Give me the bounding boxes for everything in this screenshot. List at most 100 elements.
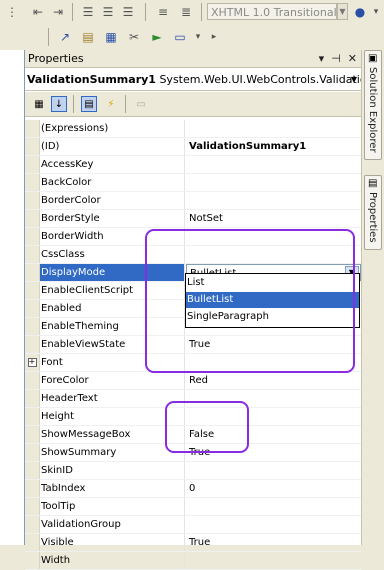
alphabetical-icon[interactable]: ↓ <box>51 96 67 112</box>
properties-page-icon[interactable]: ▤ <box>80 29 96 45</box>
layout-toolbar: ↗ ▤ ▦ ✂ ► ▭ ▾ ▸ <box>0 24 384 51</box>
property-value[interactable] <box>186 174 361 191</box>
property-value-text: True <box>189 537 211 548</box>
property-row[interactable]: ShowMessageBox False <box>25 426 361 444</box>
align-left-icon[interactable]: ☰ <box>80 4 96 20</box>
dropdown-option[interactable]: SingleParagraph <box>186 309 359 325</box>
row-gutter <box>25 426 40 443</box>
form-icon[interactable]: ▭ <box>172 29 188 45</box>
chevron-down-icon[interactable]: ▼ <box>337 3 348 20</box>
row-gutter <box>25 246 40 263</box>
events-icon[interactable]: ⚡ <box>103 96 119 112</box>
toolbar-grip-icon: ⋮ <box>6 5 18 19</box>
property-row[interactable]: (Expressions) <box>25 120 361 138</box>
property-row[interactable]: ForeColor Red <box>25 372 361 390</box>
property-value[interactable]: 0 <box>186 480 361 497</box>
property-value[interactable]: ValidationSummary1 <box>186 138 361 155</box>
plus-icon[interactable]: + <box>27 358 37 367</box>
property-value[interactable] <box>186 156 361 173</box>
property-value[interactable] <box>186 516 361 533</box>
property-value[interactable]: False <box>186 426 361 443</box>
property-row[interactable]: TabIndex 0 <box>25 480 361 498</box>
property-value[interactable] <box>186 390 361 407</box>
list-icon[interactable]: ≡ <box>155 4 171 20</box>
property-row[interactable]: + Font <box>25 354 361 372</box>
property-value[interactable]: Red <box>186 372 361 389</box>
property-row[interactable]: AccessKey <box>25 156 361 174</box>
displaymode-dropdown-list[interactable]: List BulletList SingleParagraph <box>185 273 360 328</box>
property-name: BorderStyle <box>40 210 185 227</box>
run-icon[interactable]: ► <box>149 29 165 45</box>
expand-icon[interactable]: + <box>25 354 40 371</box>
doctype-select[interactable]: XHTML 1.0 Transitional ( <box>207 3 337 20</box>
property-value[interactable]: True <box>186 534 361 551</box>
property-value[interactable] <box>186 462 361 479</box>
property-row[interactable]: Visible True <box>25 534 361 552</box>
chevron-down-icon[interactable]: ▼ <box>351 69 357 90</box>
indent-icon[interactable]: ⇥ <box>50 4 66 20</box>
property-row[interactable]: BackColor <box>25 174 361 192</box>
property-row[interactable]: ValidationGroup <box>25 516 361 534</box>
property-value[interactable]: True <box>186 444 361 461</box>
property-row[interactable]: BorderWidth <box>25 228 361 246</box>
property-value[interactable] <box>186 408 361 425</box>
property-value[interactable] <box>186 354 361 371</box>
tab-properties[interactable]: ▤ Properties <box>364 175 382 250</box>
property-row[interactable]: ToolTip <box>25 498 361 516</box>
outdent-icon[interactable]: ⇤ <box>30 4 46 20</box>
categorized-icon[interactable]: ▦ <box>31 96 47 112</box>
design-icon[interactable]: ▦ <box>103 29 119 45</box>
property-row[interactable]: HeaderText <box>25 390 361 408</box>
property-value-text: NotSet <box>189 213 223 224</box>
property-value[interactable] <box>186 552 361 569</box>
tools-icon[interactable]: ✂ <box>126 29 142 45</box>
toolbar-separator <box>48 28 49 46</box>
property-value-text: 0 <box>189 483 196 494</box>
properties-icon[interactable]: ▤ <box>81 96 97 112</box>
property-value[interactable]: NotSet <box>186 210 361 227</box>
row-gutter <box>25 138 40 155</box>
property-row[interactable]: EnableViewState True <box>25 336 361 354</box>
pin-icon[interactable]: ⊣ <box>331 50 341 68</box>
panel-title-bar: Properties ▾ ⊣ ✕ <box>25 50 361 68</box>
align-center-icon[interactable]: ☰ <box>100 4 116 20</box>
property-value-text: True <box>189 447 211 458</box>
property-value[interactable] <box>186 120 361 137</box>
property-row[interactable]: SkinID <box>25 462 361 480</box>
toolbar-separator <box>125 95 126 113</box>
tab-solution-explorer[interactable]: ▣ Solution Explorer <box>364 50 382 160</box>
align-right-icon[interactable]: ☰ <box>120 4 136 20</box>
property-value[interactable] <box>186 228 361 245</box>
property-row[interactable]: ShowSummary True <box>25 444 361 462</box>
property-row[interactable]: BorderStyle NotSet <box>25 210 361 228</box>
property-value-text: Red <box>189 375 208 386</box>
property-row[interactable]: (ID) ValidationSummary1 <box>25 138 361 156</box>
snap-icon[interactable]: ↗ <box>57 29 73 45</box>
panel-title: Properties <box>28 52 84 65</box>
numbered-list-icon[interactable]: ≣ <box>178 4 194 20</box>
property-value[interactable] <box>186 246 361 263</box>
row-gutter <box>25 444 40 461</box>
property-value[interactable] <box>186 192 361 209</box>
window-position-icon[interactable]: ▾ <box>319 50 325 68</box>
validation-icon[interactable]: ● <box>352 4 368 20</box>
dropdown-option[interactable]: List <box>186 275 359 291</box>
object-selector[interactable]: ValidationSummary1 System.Web.UI.WebCont… <box>25 69 361 91</box>
close-icon[interactable]: ✕ <box>348 50 357 68</box>
property-row[interactable]: Height <box>25 408 361 426</box>
row-gutter <box>25 120 40 137</box>
row-gutter <box>25 552 40 569</box>
dropdown-option[interactable]: BulletList <box>186 292 359 308</box>
chevron-down-icon[interactable]: ▾ <box>368 4 384 20</box>
property-row[interactable]: CssClass <box>25 246 361 264</box>
property-value[interactable]: True <box>186 336 361 353</box>
property-pages-icon[interactable]: ▭ <box>133 96 149 112</box>
property-name: BorderColor <box>40 192 185 209</box>
row-gutter <box>25 318 40 335</box>
property-name: Visible <box>40 534 185 551</box>
property-value[interactable] <box>186 498 361 515</box>
chevron-down-icon[interactable]: ▾ <box>190 29 206 45</box>
toolbar-overflow-icon[interactable]: ▸ <box>206 29 222 45</box>
property-row[interactable]: BorderColor <box>25 192 361 210</box>
property-row[interactable]: Width <box>25 552 361 570</box>
